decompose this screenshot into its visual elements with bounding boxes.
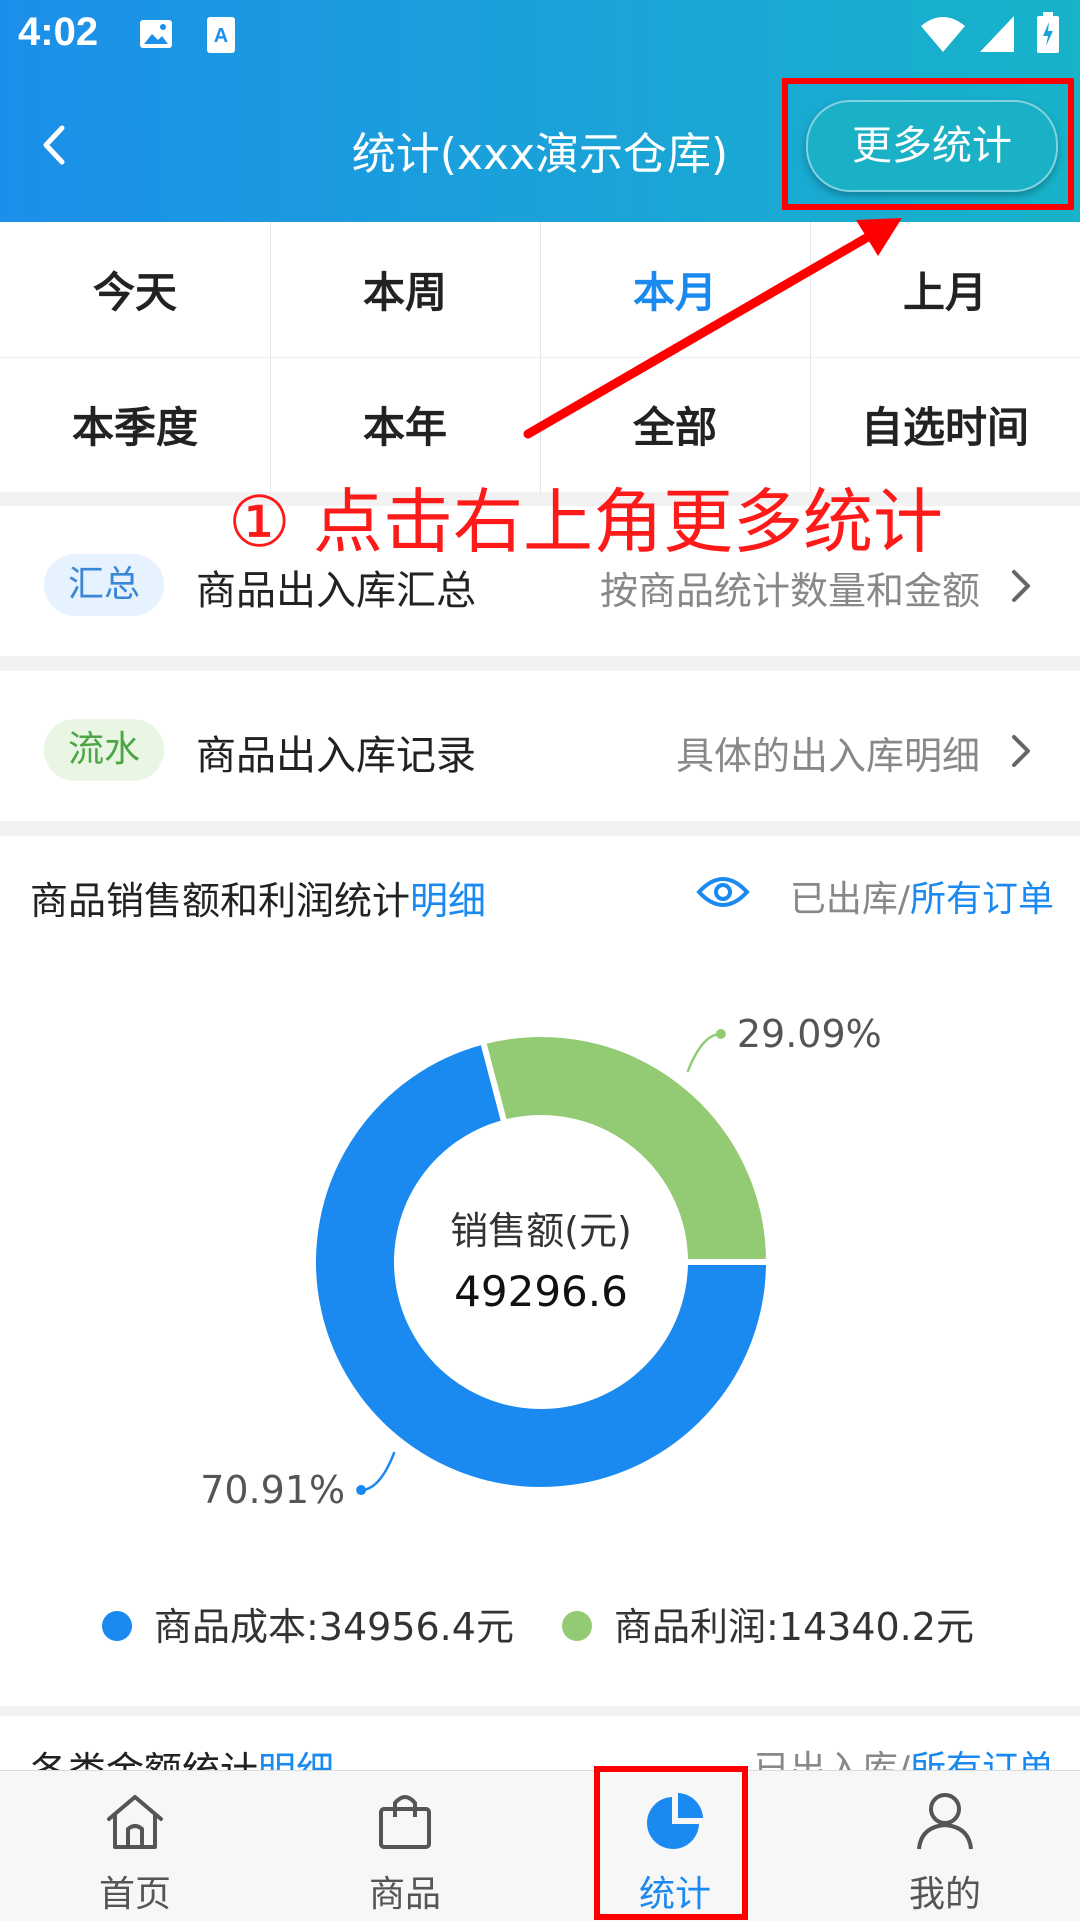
image-notification-icon <box>138 16 174 56</box>
page-title: 统计(xxx演示仓库) <box>351 129 729 180</box>
legend-profit-label: 商品利润:14340.2元 <box>614 1605 974 1649</box>
chevron-left-icon <box>43 125 65 165</box>
highlight-box-more-stats <box>782 78 1074 210</box>
back-button[interactable] <box>24 112 84 178</box>
donut-center-label: 销售额(元) <box>450 1209 632 1253</box>
tab-label: 首页 <box>98 1874 171 1915</box>
sales-donut-chart: 70.91% 29.09% 销售额(元) 49296.6 <box>200 1012 882 1512</box>
donut-percent-label: 29.09% <box>737 1012 882 1056</box>
highlight-box-stats-tab <box>594 1766 748 1920</box>
tab-label: 商品 <box>368 1874 441 1915</box>
home-icon <box>107 1795 163 1849</box>
legend-cost-label: 商品成本:34956.4元 <box>154 1605 514 1649</box>
battery-icon <box>1036 12 1060 58</box>
tab-home[interactable]: 首页 <box>0 1771 270 1921</box>
chart-legend: 商品成本:34956.4元 商品利润:14340.2元 <box>0 1596 1080 1656</box>
status-time: 4:02 <box>18 10 99 54</box>
tab-profile[interactable]: 我的 <box>810 1771 1080 1921</box>
legend-dot-cost <box>102 1610 132 1641</box>
legend-dot-profit <box>562 1610 592 1641</box>
user-icon <box>917 1793 973 1850</box>
donut-label-line <box>686 1032 721 1073</box>
annotation-text: ① 点击右上角更多统计 <box>228 481 944 563</box>
tab-label: 我的 <box>908 1874 981 1915</box>
legend-profit[interactable]: 商品利润:14340.2元 <box>562 1596 974 1651</box>
shopping-bag-icon <box>379 1795 431 1849</box>
sales-profit-card: 商品销售额和利润统计明细 已出库/所有订单 70.91% 29.09% 销售额(元… <box>0 836 1080 1706</box>
tab-products[interactable]: 商品 <box>270 1771 540 1921</box>
legend-cost[interactable]: 商品成本:34956.4元 <box>102 1596 514 1651</box>
donut-label-dot <box>715 1028 726 1039</box>
status-bar: 4:02 A <box>0 0 1080 74</box>
donut-label-dot <box>356 1485 367 1496</box>
donut-label-line <box>361 1451 396 1492</box>
app-notification-icon: A <box>206 16 236 58</box>
svg-text:A: A <box>214 25 228 47</box>
bottom-tab-bar: 首页 商品 统计 我的 <box>0 1770 1080 1921</box>
donut-percent-label: 70.91% <box>200 1468 345 1512</box>
signal-icon <box>978 14 1016 58</box>
donut-center-value: 49296.6 <box>454 1267 628 1316</box>
wifi-icon <box>920 14 966 58</box>
